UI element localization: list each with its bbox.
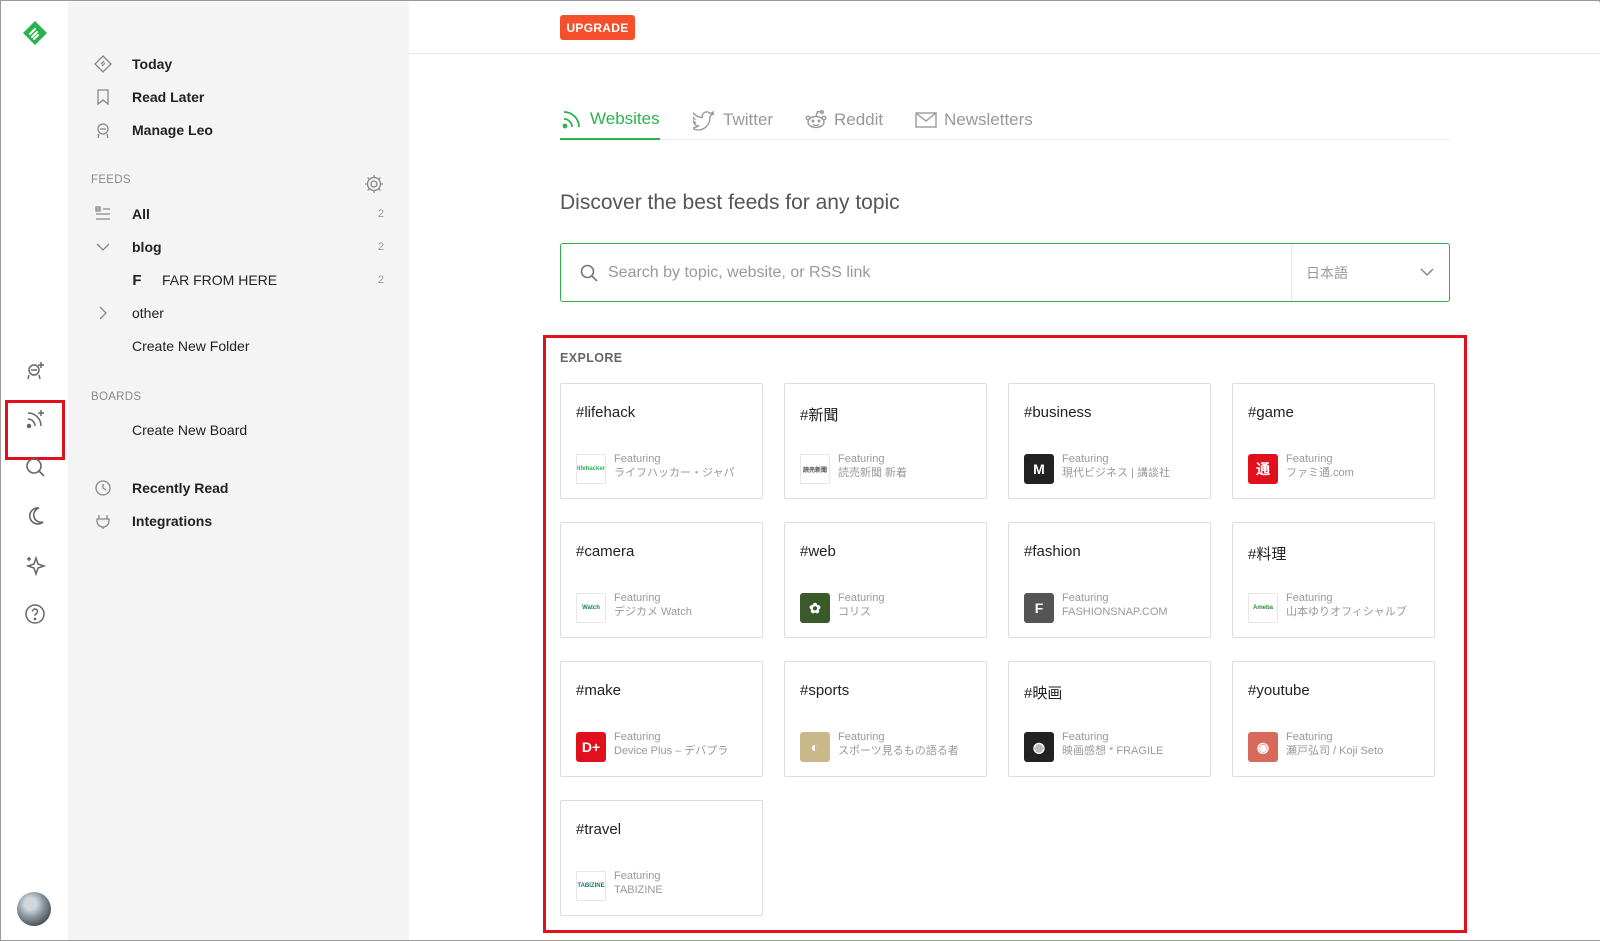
reddit-icon bbox=[805, 110, 827, 129]
search-bar: 日本語 bbox=[560, 243, 1450, 302]
feed-folder-blog-label: blog bbox=[132, 239, 162, 255]
upgrade-button[interactable]: UPGRADE bbox=[560, 15, 635, 40]
feed-all[interactable]: All 2 bbox=[92, 201, 392, 227]
create-new-folder[interactable]: Create New Folder bbox=[92, 333, 392, 359]
nav-integrations[interactable]: Integrations bbox=[92, 508, 392, 534]
nav-read-later-label: Read Later bbox=[132, 89, 205, 105]
feed-far-from-here[interactable]: F FAR FROM HERE 2 bbox=[126, 267, 392, 293]
chevron-down-icon bbox=[1420, 268, 1434, 277]
search-icon[interactable] bbox=[22, 454, 48, 480]
tab-newsletters[interactable]: Newsletters bbox=[914, 100, 1033, 140]
clock-icon bbox=[92, 477, 114, 499]
mail-icon bbox=[915, 112, 937, 128]
app-window: Today Read Later Manage Leo FEEDS All 2 … bbox=[0, 0, 1600, 941]
unread-count: 2 bbox=[377, 241, 384, 253]
help-icon[interactable] bbox=[22, 601, 48, 627]
main-content: UPGRADE Websites Twitter Reddit Newslett… bbox=[409, 2, 1600, 940]
leo-icon bbox=[92, 119, 114, 141]
user-avatar[interactable] bbox=[17, 892, 51, 926]
icon-rail bbox=[2, 2, 68, 940]
tab-newsletters-label: Newsletters bbox=[944, 110, 1033, 129]
nav-integrations-label: Integrations bbox=[132, 513, 213, 529]
top-bar: UPGRADE bbox=[409, 2, 1600, 54]
language-select[interactable]: 日本語 bbox=[1291, 244, 1449, 301]
language-select-value: 日本語 bbox=[1306, 264, 1348, 281]
sidebar: Today Read Later Manage Leo FEEDS All 2 … bbox=[68, 2, 409, 940]
sparkle-icon[interactable] bbox=[22, 552, 48, 578]
today-icon bbox=[92, 53, 114, 75]
create-new-board-label: Create New Board bbox=[132, 422, 248, 438]
add-feed-highlight bbox=[5, 400, 65, 460]
nav-manage-leo[interactable]: Manage Leo bbox=[92, 117, 392, 143]
tab-twitter-label: Twitter bbox=[723, 110, 774, 129]
feedly-logo-icon[interactable] bbox=[21, 19, 49, 47]
chevron-right-icon[interactable] bbox=[92, 302, 114, 324]
tab-reddit[interactable]: Reddit bbox=[804, 100, 883, 140]
boards-section-title: BOARDS bbox=[91, 391, 142, 403]
feed-folder-other-label: other bbox=[132, 305, 164, 321]
twitter-icon bbox=[693, 110, 715, 131]
tab-twitter[interactable]: Twitter bbox=[693, 100, 773, 140]
unread-count: 2 bbox=[377, 274, 384, 286]
source-tabs: Websites Twitter Reddit Newsletters bbox=[560, 100, 1450, 140]
feed-all-label: All bbox=[132, 206, 150, 222]
bookmark-icon bbox=[92, 86, 114, 108]
chevron-down-icon[interactable] bbox=[92, 236, 114, 258]
explore-highlight bbox=[543, 335, 1467, 933]
nav-today[interactable]: Today bbox=[92, 51, 392, 77]
gear-icon[interactable] bbox=[363, 173, 385, 195]
tab-websites[interactable]: Websites bbox=[560, 100, 660, 140]
nav-read-later[interactable]: Read Later bbox=[92, 84, 392, 110]
list-icon bbox=[92, 203, 114, 225]
tab-reddit-label: Reddit bbox=[834, 110, 884, 129]
feed-folder-other[interactable]: other bbox=[92, 300, 392, 326]
page-heading: Discover the best feeds for any topic bbox=[560, 191, 900, 214]
rss-icon bbox=[562, 111, 580, 129]
night-mode-icon[interactable] bbox=[22, 503, 48, 529]
nav-today-label: Today bbox=[132, 56, 173, 72]
unread-count: 2 bbox=[377, 208, 384, 220]
feeds-section-title: FEEDS bbox=[91, 174, 131, 186]
search-icon bbox=[580, 264, 598, 282]
feed-favicon: F bbox=[132, 271, 142, 289]
plug-icon bbox=[92, 510, 114, 532]
nav-recently-read-label: Recently Read bbox=[132, 480, 229, 496]
create-new-folder-label: Create New Folder bbox=[132, 338, 250, 354]
feed-far-from-here-label: FAR FROM HERE bbox=[162, 272, 278, 288]
nav-recently-read[interactable]: Recently Read bbox=[92, 475, 392, 501]
add-leo-icon[interactable] bbox=[22, 357, 48, 383]
feed-folder-blog[interactable]: blog 2 bbox=[92, 234, 392, 260]
search-input[interactable] bbox=[608, 256, 1268, 290]
nav-manage-leo-label: Manage Leo bbox=[132, 122, 213, 138]
tab-websites-label: Websites bbox=[590, 109, 660, 128]
create-new-board[interactable]: Create New Board bbox=[92, 417, 392, 443]
